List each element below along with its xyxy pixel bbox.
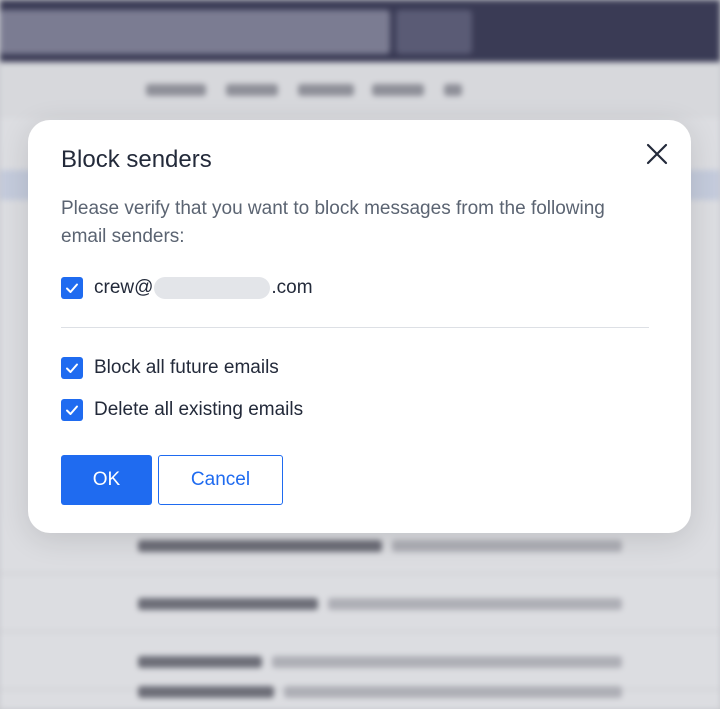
close-button[interactable] — [643, 140, 671, 168]
ok-button[interactable]: OK — [61, 455, 152, 505]
cancel-button[interactable]: Cancel — [158, 455, 283, 505]
background-tool — [298, 84, 354, 96]
sender-checkbox-row[interactable]: crew@ .com — [61, 277, 313, 299]
background-tool — [372, 84, 424, 96]
background-tool — [444, 84, 462, 96]
background-search-field — [0, 10, 390, 54]
divider — [61, 327, 649, 328]
background-tool — [226, 84, 278, 96]
checkmark-icon — [66, 363, 78, 373]
sender-email-prefix: crew@ — [94, 277, 154, 298]
block-future-label: Block all future emails — [94, 357, 279, 378]
background-row — [0, 662, 720, 709]
close-icon — [646, 143, 668, 165]
checkmark-icon — [66, 283, 78, 293]
background-row — [0, 574, 720, 632]
block-senders-dialog: Block senders Please verify that you wan… — [28, 120, 691, 533]
sender-email-label: crew@ .com — [94, 277, 313, 299]
background-tool — [146, 84, 206, 96]
checkmark-icon — [66, 405, 78, 415]
sender-checkbox[interactable] — [61, 277, 83, 299]
sender-email-suffix: .com — [271, 277, 313, 298]
delete-existing-label: Delete all existing emails — [94, 399, 304, 420]
block-future-checkbox[interactable] — [61, 357, 83, 379]
delete-existing-checkbox-row[interactable]: Delete all existing emails — [61, 399, 303, 421]
background-search-button — [396, 10, 472, 54]
delete-existing-checkbox[interactable] — [61, 399, 83, 421]
block-future-checkbox-row[interactable]: Block all future emails — [61, 357, 279, 379]
dialog-message: Please verify that you want to block mes… — [61, 198, 605, 247]
background-toolbar — [0, 62, 720, 118]
dialog-title: Block senders — [61, 146, 212, 173]
redacted-domain — [154, 277, 271, 299]
